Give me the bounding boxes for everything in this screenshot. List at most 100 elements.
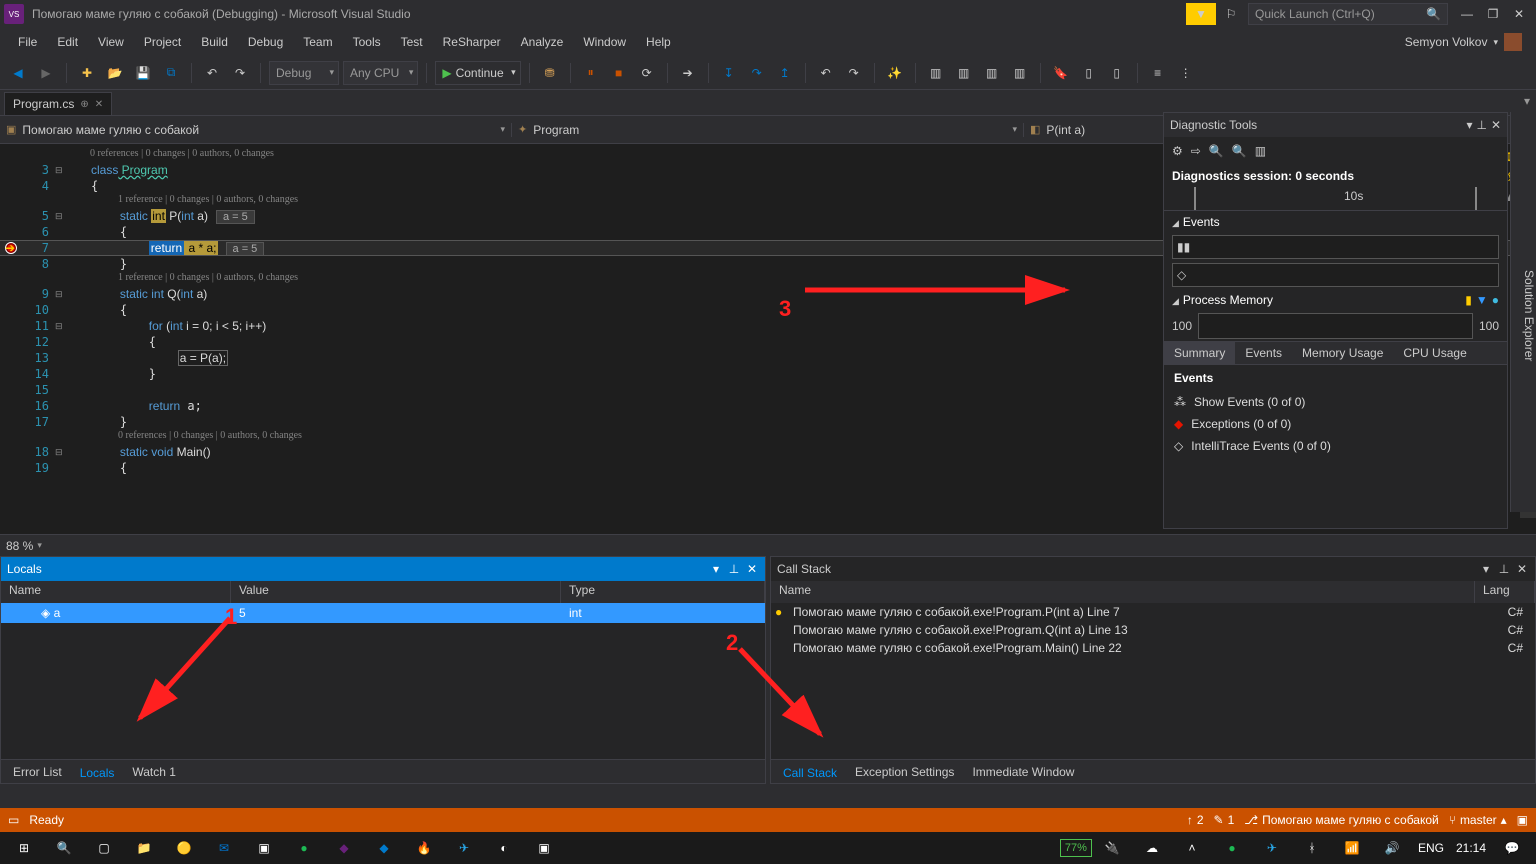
bluetooth-icon[interactable]: ᚼ [1292, 832, 1332, 864]
explorer-icon[interactable]: 📁 [124, 832, 164, 864]
callstack-row[interactable]: Помогаю маме гуляю с собакой.exe!Program… [771, 621, 1535, 639]
app-icon[interactable]: 🔥 [404, 832, 444, 864]
sound-icon[interactable]: 🔊 [1372, 832, 1412, 864]
tray-spotify-icon[interactable]: ● [1212, 832, 1252, 864]
clock[interactable]: 21:14 [1450, 832, 1492, 864]
col-type[interactable]: Type [561, 581, 765, 603]
bookmark-nav2-icon[interactable]: ▯ [1105, 61, 1129, 85]
menu-window[interactable]: Window [573, 31, 636, 53]
redo2-button[interactable]: ↷ [842, 61, 866, 85]
zoom-out-icon[interactable]: 🔍 [1232, 144, 1247, 158]
undo2-button[interactable]: ↶ [814, 61, 838, 85]
diag-tab-memory[interactable]: Memory Usage [1292, 342, 1393, 364]
events-track2[interactable]: ◇ [1172, 263, 1499, 287]
tray-telegram-icon[interactable]: ✈ [1252, 832, 1292, 864]
panel-dropdown-icon[interactable]: ▾ [709, 562, 723, 576]
terminal-icon[interactable]: ▣ [244, 832, 284, 864]
tab-error-list[interactable]: Error List [5, 762, 70, 782]
tab-program-cs[interactable]: Program.cs ⊕ ✕ [4, 92, 112, 115]
memory-chart[interactable] [1198, 313, 1473, 339]
tab-locals[interactable]: Locals [72, 761, 123, 783]
close-tab-button[interactable]: ✕ [95, 99, 103, 110]
callstack-header[interactable]: Call Stack ▾⊥✕ [771, 557, 1535, 581]
search-taskbar-icon[interactable]: 🔍 [44, 832, 84, 864]
diag-memory-section[interactable]: ◢Process Memory ▮ ▼ ● [1164, 289, 1507, 311]
tray-chevron-icon[interactable]: ˄ [1172, 832, 1212, 864]
pin-panel-icon[interactable]: ⊥ [727, 562, 741, 576]
restart-button[interactable]: ⟳ [635, 61, 659, 85]
status-branch[interactable]: ⑂ master ▴ [1449, 813, 1507, 827]
tab-watch1[interactable]: Watch 1 [124, 762, 184, 782]
gear-icon[interactable]: ⚙ [1172, 144, 1183, 158]
feedback-flag-icon[interactable]: ⚐ [1220, 3, 1242, 25]
diag-tab-summary[interactable]: Summary [1164, 342, 1235, 364]
step-into-button[interactable]: ↧ [717, 61, 741, 85]
configuration-combo[interactable]: Debug [269, 61, 339, 85]
col-name[interactable]: Name [771, 581, 1475, 603]
close-panel-button[interactable]: ✕ [1515, 562, 1529, 576]
restore-button[interactable]: ❐ [1480, 3, 1506, 25]
quick-launch-input[interactable]: Quick Launch (Ctrl+Q) 🔍 [1248, 3, 1448, 25]
new-project-button[interactable]: ✚ [75, 61, 99, 85]
customize-toolbar-icon[interactable]: ⋮ [1174, 61, 1198, 85]
taskview-icon[interactable]: ▢ [84, 832, 124, 864]
status-project[interactable]: ⎇ Помогаю маме гуляю с собакой [1244, 813, 1438, 827]
panel-dropdown-icon[interactable]: ▾ [1466, 118, 1472, 132]
redo-button[interactable]: ↷ [228, 61, 252, 85]
zoom-combo[interactable]: 88 %▾ [0, 534, 1536, 556]
reset-view-icon[interactable]: ▥ [1255, 144, 1266, 158]
tab-callstack[interactable]: Call Stack [775, 761, 845, 783]
locals-header[interactable]: Locals ▾⊥✕ [1, 557, 765, 581]
minimize-button[interactable]: ― [1454, 3, 1480, 25]
menu-view[interactable]: View [88, 31, 134, 53]
step-over-button[interactable]: ↷ [745, 61, 769, 85]
callstack-row[interactable]: Помогаю маме гуляю с собакой.exe!Program… [771, 639, 1535, 657]
menu-help[interactable]: Help [636, 31, 681, 53]
step-out-button[interactable]: ↥ [773, 61, 797, 85]
unk2-icon[interactable]: ▥ [952, 61, 976, 85]
menu-analyze[interactable]: Analyze [511, 31, 574, 53]
zoom-in-icon[interactable]: 🔍 [1209, 144, 1224, 158]
app3-icon[interactable]: ▣ [524, 832, 564, 864]
bookmark-nav-icon[interactable]: ▯ [1077, 61, 1101, 85]
unk1-icon[interactable]: ▥ [924, 61, 948, 85]
battery-indicator[interactable]: 77% [1060, 839, 1092, 857]
pending-edits[interactable]: ✎ 1 [1214, 813, 1235, 827]
class-combo[interactable]: ✦Program [512, 123, 1024, 137]
telegram-icon[interactable]: ✈ [444, 832, 484, 864]
wifi-icon[interactable]: 📶 [1332, 832, 1372, 864]
platform-combo[interactable]: Any CPU [343, 61, 418, 85]
diag-tab-events[interactable]: Events [1235, 342, 1292, 364]
menu-edit[interactable]: Edit [47, 31, 88, 53]
next-stmt-button[interactable]: ➔ [676, 61, 700, 85]
menu-file[interactable]: File [8, 31, 47, 53]
diag-timeline[interactable]: 10s [1164, 187, 1507, 211]
select-tools-icon[interactable]: ⇨ [1191, 144, 1201, 158]
break-all-button[interactable]: ⏸ [579, 61, 603, 85]
scope-combo[interactable]: ▣Помогаю маме гуляю с собакой [0, 123, 512, 137]
save-all-button[interactable]: ⧉ [159, 61, 183, 85]
callstack-row[interactable]: ●Помогаю маме гуляю с собакой.exe!Progra… [771, 603, 1535, 621]
close-panel-button[interactable]: ✕ [745, 562, 759, 576]
diag-show-events[interactable]: ⁂Show Events (0 of 0) [1164, 391, 1507, 413]
process-combo[interactable]: ⛃ [538, 61, 562, 85]
resharper-wand-icon[interactable]: ✨ [883, 61, 907, 85]
chrome-icon[interactable]: 🟡 [164, 832, 204, 864]
continue-button[interactable]: ▶ Continue [435, 61, 520, 85]
pin-panel-icon[interactable]: ⊥ [1476, 118, 1486, 132]
app2-icon[interactable]: ◐ [484, 832, 524, 864]
close-window-button[interactable]: ✕ [1506, 3, 1532, 25]
col-value[interactable]: Value [231, 581, 561, 603]
start-button[interactable]: ⊞ [4, 832, 44, 864]
nav-fwd-button[interactable]: ▶ [34, 61, 58, 85]
diag-tab-cpu[interactable]: CPU Usage [1393, 342, 1476, 364]
menu-debug[interactable]: Debug [238, 31, 293, 53]
col-name[interactable]: Name [1, 581, 231, 603]
user-account[interactable]: Semyon Volkov ▾ [1399, 33, 1528, 51]
diag-header[interactable]: Diagnostic Tools ▾⊥✕ [1164, 113, 1507, 137]
menu-project[interactable]: Project [134, 31, 191, 53]
spotify-icon[interactable]: ● [284, 832, 324, 864]
action-center-icon[interactable]: 💬 [1492, 832, 1532, 864]
events-track[interactable]: ▮▮ [1172, 235, 1499, 259]
notification-filter-icon[interactable]: ▼ [1186, 3, 1216, 25]
